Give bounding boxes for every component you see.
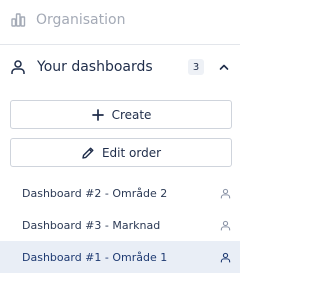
- dashboard-list: Dashboard #2 - Område 2 Dashboard #3 - M…: [0, 177, 240, 273]
- create-dashboard-button[interactable]: Create: [10, 100, 232, 129]
- dashboard-sidebar-panel: Organisation Your dashboards 3 Create Ed…: [0, 0, 240, 283]
- dashboard-name: Dashboard #2 - Område 2: [22, 186, 168, 200]
- org-chart-icon: [10, 12, 26, 28]
- dashboard-list-item[interactable]: Dashboard #2 - Område 2: [0, 177, 240, 209]
- your-dashboards-header[interactable]: Your dashboards 3: [0, 50, 240, 84]
- create-button-label: Create: [111, 107, 152, 122]
- user-icon: [220, 252, 231, 263]
- organisation-label: Organisation: [36, 12, 126, 28]
- user-icon: [220, 188, 231, 199]
- your-dashboards-title: Your dashboards: [37, 59, 153, 75]
- dashboard-list-item[interactable]: Dashboard #3 - Marknad: [0, 209, 240, 241]
- dashboard-name: Dashboard #3 - Marknad: [22, 218, 161, 232]
- user-icon: [10, 59, 26, 75]
- chevron-up-icon[interactable]: [218, 61, 230, 73]
- organisation-nav-item[interactable]: Organisation: [0, 0, 240, 40]
- edit-order-button-label: Edit order: [101, 145, 162, 160]
- dashboards-count-badge: 3: [188, 59, 204, 75]
- dashboard-name: Dashboard #1 - Område 1: [22, 250, 168, 264]
- plus-icon: [91, 108, 105, 122]
- section-divider: [0, 44, 240, 45]
- pencil-icon: [81, 146, 95, 160]
- dashboard-list-item-active[interactable]: Dashboard #1 - Område 1: [0, 241, 240, 273]
- edit-order-button[interactable]: Edit order: [10, 138, 232, 167]
- user-icon: [220, 220, 231, 231]
